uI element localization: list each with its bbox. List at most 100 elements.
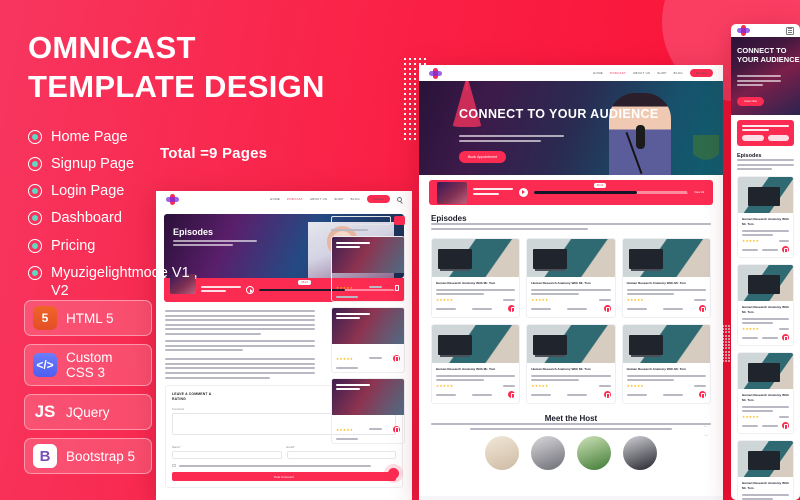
player-action-buttons[interactable] — [742, 135, 789, 142]
episode-rating-row: ★★★★★ — [627, 298, 706, 302]
episode-card[interactable]: Human Research Anatomy With Mr. Tom ★★★★★ — [621, 238, 711, 319]
episode-title: Human Research Anatomy With Mr. Tom — [742, 393, 789, 403]
episode-card[interactable]: Human Research Anatomy With Mr. Tom ★★★★★ — [431, 238, 521, 319]
page-list-label: Home Page — [51, 129, 128, 146]
mockup-home-page[interactable]: HOME PODCAST ABOUT US SHOP BLOG Donate CONNEC… — [419, 65, 723, 500]
bookmark-icon[interactable] — [782, 422, 789, 430]
hamburger-icon[interactable] — [786, 26, 794, 35]
bullet-icon — [28, 130, 42, 145]
bookmark-icon[interactable] — [508, 391, 516, 399]
page-list-label: Login Page — [51, 183, 125, 200]
tech-badge-label: Bootstrap 5 — [66, 448, 136, 464]
tech-badge-jquery: JS JQuery — [24, 394, 152, 430]
mockup-mobile-page[interactable]: CONNECT TO YOUR AUDIENCE Listen Now Epis… — [731, 24, 800, 500]
book-appointment-button[interactable]: Book Appointment — [459, 151, 507, 163]
episode-rating-row: ★★★★★ — [436, 298, 516, 302]
tech-badge-css3: </> Custom CSS 3 — [24, 344, 152, 386]
avatar[interactable] — [531, 436, 565, 471]
episode-card[interactable]: Human Research Anatomy With Mr. Tom★★★★★ — [737, 264, 794, 347]
listen-now-button[interactable]: Listen Now — [737, 97, 764, 106]
tech-badge-label: JQuery — [66, 404, 110, 420]
episode-meta-row — [626, 305, 706, 313]
nav-link-shop[interactable]: SHOP — [657, 71, 666, 75]
episode-thumbnail — [432, 239, 520, 278]
page-title: OMNICAST TEMPLATE DESIGN — [28, 30, 325, 105]
hero-subtitle — [737, 75, 781, 89]
donate-button[interactable]: Donate — [366, 195, 390, 203]
bookmark-icon[interactable] — [393, 354, 400, 362]
episode-excerpt — [531, 289, 611, 296]
episode-thumbnail — [527, 239, 615, 278]
episode-title: Human Research Anatomy With Mr. Tom — [742, 217, 789, 227]
home-hero: CONNECT TO YOUR AUDIENCE Book Appointmen… — [419, 81, 723, 175]
bookmark-icon[interactable] — [508, 305, 516, 313]
nav-link-home[interactable]: HOME — [593, 71, 603, 75]
bookmark-icon[interactable] — [699, 305, 706, 313]
home-audio-player[interactable]: 05:21 — [429, 180, 713, 205]
view-all-button[interactable]: View All — [687, 187, 711, 196]
nav-link-blog[interactable]: BLOG — [674, 71, 683, 75]
episode-meta-row — [742, 334, 789, 342]
page-list-item: Login Page — [28, 182, 203, 200]
episode-excerpt — [742, 318, 789, 325]
bookmark-icon[interactable] — [603, 391, 611, 399]
home-navbar: HOME PODCAST ABOUT US SHOP BLOG Donate — [419, 65, 723, 81]
donate-button[interactable]: Donate — [689, 69, 713, 77]
episode-meta-row — [436, 391, 516, 399]
episode-thumbnail — [622, 239, 710, 278]
total-pages-badge: Total =9 Pages — [160, 145, 268, 162]
search-icon[interactable] — [397, 196, 402, 202]
page-list-label: Pricing — [51, 237, 96, 254]
episode-card[interactable]: Human Research Anatomy With Mr. Tom★★★★★ — [737, 440, 794, 500]
html5-icon: 5 — [33, 306, 57, 330]
avatar[interactable] — [623, 436, 657, 471]
player-track-info — [473, 188, 513, 197]
bookmark-icon[interactable] — [393, 425, 400, 433]
bookmark-icon[interactable] — [393, 283, 400, 291]
floating-action-button[interactable] — [388, 468, 399, 479]
star-rating: ★★★★★ — [626, 298, 644, 303]
mobile-navbar — [731, 24, 800, 37]
bookmark-icon[interactable] — [782, 334, 789, 342]
mobile-audio-player[interactable] — [737, 120, 794, 147]
episode-body: Human Research Anatomy With Mr. Tom★★★★★ — [527, 277, 614, 317]
episode-excerpt — [626, 289, 706, 296]
bookmark-icon[interactable] — [603, 305, 611, 313]
episode-rating-row: ★★★★★ — [436, 384, 516, 388]
episode-excerpt — [742, 406, 789, 413]
promo-panel: OMNICAST TEMPLATE DESIGN Home Page Signup… — [0, 0, 360, 500]
avatar[interactable] — [485, 436, 519, 471]
star-rating: ★★★★★ — [531, 384, 549, 389]
episode-body: Human Research Anatomy With Mr. Tom ★★★★★ — [432, 277, 519, 317]
episode-title: Human Research Anatomy With Mr. Tom — [626, 281, 686, 286]
bookmark-icon[interactable] — [699, 391, 706, 399]
nav-link-about-us[interactable]: ABOUT US — [633, 71, 650, 75]
episode-body: Human Research Anatomy With Mr. Tom★★★★★ — [738, 477, 793, 500]
episode-card[interactable]: Human Research Anatomy With Mr. Tom★★★★★ — [737, 176, 794, 259]
bullet-icon — [28, 238, 42, 253]
episode-card[interactable]: Human Research Anatomy With Mr. Tom★★★★★ — [737, 352, 794, 435]
host-carousel-arrows[interactable]: ← → — [703, 422, 709, 440]
host-title: Meet the Host — [544, 414, 598, 424]
episode-card[interactable]: Human Research Anatomy With Mr. Tom★★★★★ — [526, 324, 616, 405]
episode-card[interactable]: Human Research Anatomy With Mr. Tom★★★★★ — [431, 324, 521, 405]
brand-logo-icon[interactable] — [429, 67, 442, 79]
episode-card[interactable]: Human Research Anatomy With Mr. Tom★★★★★ — [621, 324, 711, 405]
bookmark-icon[interactable] — [782, 246, 789, 254]
play-button-icon[interactable] — [519, 188, 528, 197]
nav-link-podcast[interactable]: PODCAST — [610, 71, 626, 75]
episode-title: Human Research Anatomy With Mr. Tom — [436, 281, 496, 286]
episode-card[interactable]: Human Research Anatomy With Mr. Tom★★★★★ — [526, 238, 616, 319]
progress-slider[interactable] — [534, 191, 705, 195]
bootstrap-icon: B — [33, 444, 57, 468]
avatar[interactable] — [577, 436, 611, 471]
episode-excerpt — [531, 375, 611, 382]
time-badge: 05:21 — [593, 183, 607, 188]
tech-badge-html5: 5 HTML 5 — [24, 300, 152, 336]
episode-body: Human Research Anatomy With Mr. Tom ★★★★★ — [623, 277, 710, 317]
search-submit-button[interactable] — [394, 216, 405, 225]
brand-logo-icon[interactable] — [737, 25, 750, 36]
microphone-icon — [636, 125, 645, 149]
page-list-label: Signup Page — [51, 156, 135, 173]
mobile-episodes-header: Episodes — [731, 146, 800, 171]
